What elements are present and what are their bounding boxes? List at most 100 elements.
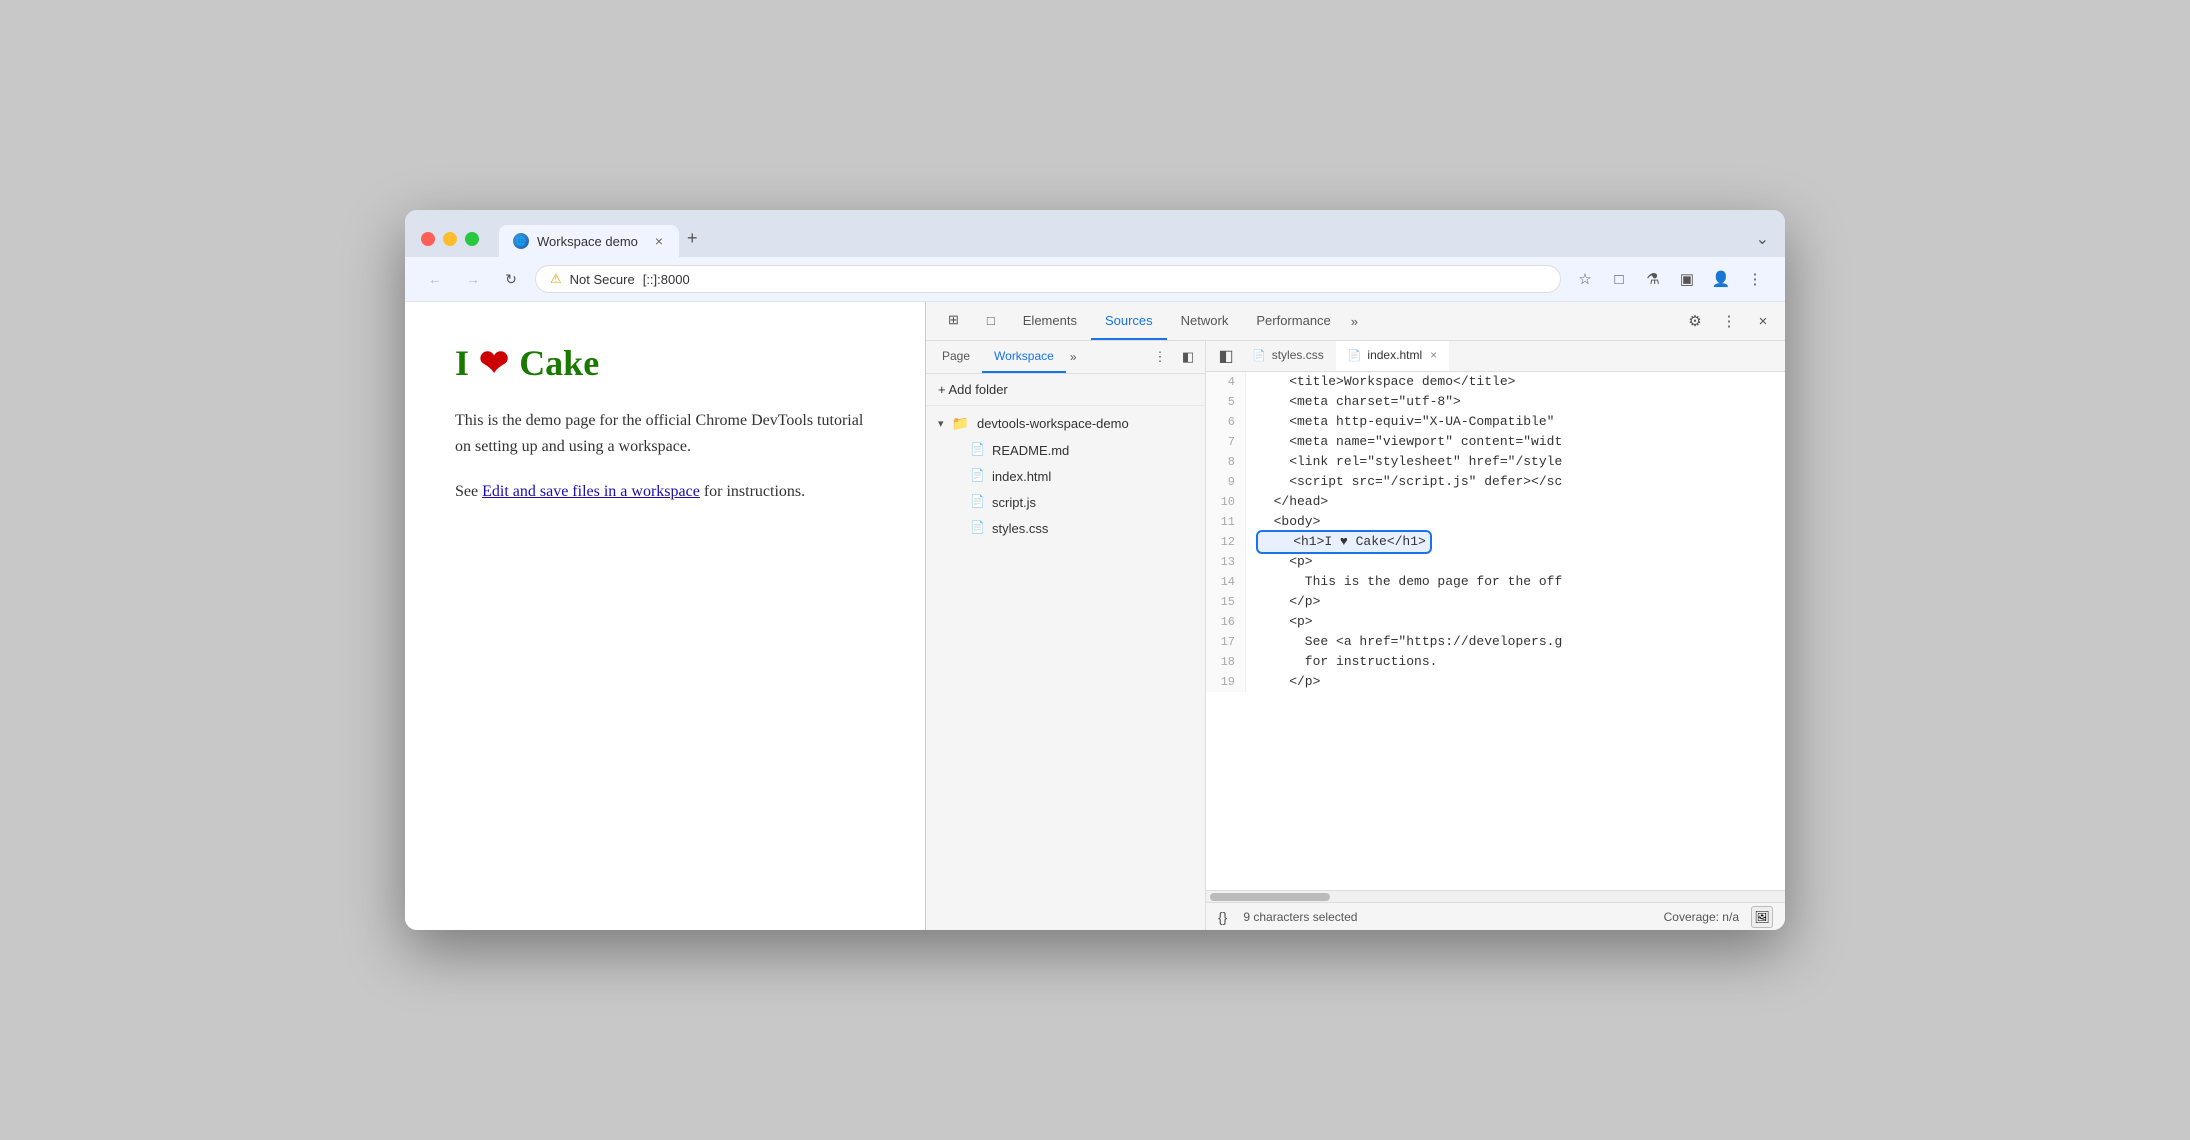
line-content: <body> (1246, 512, 1320, 532)
extensions-icon: □ (1614, 271, 1623, 288)
code-line: 9 <script src="/script.js" defer></sc (1206, 472, 1785, 492)
address-url: [::]:8000 (643, 272, 690, 287)
minimize-traffic-light[interactable] (443, 232, 457, 246)
code-area: ◧ 📄 styles.css 📄 index.html × (1206, 341, 1785, 930)
sidebar-button[interactable]: ▣ (1673, 265, 1701, 293)
profile-icon: 👤 (1712, 270, 1731, 288)
bookmark-button[interactable]: ☆ (1571, 265, 1599, 293)
tab-network[interactable]: Network (1167, 303, 1243, 340)
tab-favicon: 🌐 (513, 233, 529, 249)
line-number: 13 (1206, 552, 1246, 572)
main-content: I ❤ Cake This is the demo page for the o… (405, 302, 1785, 930)
close-traffic-light[interactable] (421, 232, 435, 246)
file-name-script: script.js (992, 495, 1036, 510)
browser-tab[interactable]: 🌐 Workspace demo × (499, 225, 679, 257)
code-line: 17 See <a href="https://developers.g (1206, 632, 1785, 652)
screenshot-icon: 🖼 (1754, 910, 1769, 924)
browser-window: 🌐 Workspace demo × + ⌄ ← → ↻ ⚠ Not Secur… (405, 210, 1785, 930)
file-name-readme: README.md (992, 443, 1069, 458)
line-content: <meta charset="utf-8"> (1246, 392, 1461, 412)
file-styles-css[interactable]: 📄 styles.css (926, 515, 1205, 541)
settings-icon: ⚙ (1688, 312, 1701, 330)
menu-button[interactable]: ⋮ (1741, 265, 1769, 293)
file-readme[interactable]: 📄 README.md (926, 437, 1205, 463)
experiments-button[interactable]: ⚗ (1639, 265, 1667, 293)
file-icon-css: 📄 (970, 520, 984, 536)
code-sidebar-toggle-button[interactable]: ◧ (1212, 342, 1240, 370)
close-icon: × (1759, 313, 1768, 330)
line-number: 8 (1206, 452, 1246, 472)
tab-close-button[interactable]: × (653, 233, 665, 249)
line-number: 19 (1206, 672, 1246, 692)
reload-button[interactable]: ↻ (497, 265, 525, 293)
sidebar-more-icon[interactable]: » (1066, 344, 1081, 370)
line-number: 14 (1206, 572, 1246, 592)
code-line: 15 </p> (1206, 592, 1785, 612)
file-index-html[interactable]: 📄 index.html (926, 463, 1205, 489)
file-tree: ▾ 📁 devtools-workspace-demo 📄 README.md … (926, 406, 1205, 930)
line-content: <link rel="stylesheet" href="/style (1246, 452, 1562, 472)
sidebar-tab-actions: ⋮ ◧ (1147, 344, 1201, 370)
maximize-traffic-light[interactable] (465, 232, 479, 246)
format-code-icon[interactable]: {} (1218, 909, 1227, 925)
tab-sources[interactable]: Sources (1091, 303, 1167, 340)
para2-prefix: See (455, 483, 482, 500)
profile-button[interactable]: 👤 (1707, 265, 1735, 293)
code-editor[interactable]: 4 <title>Workspace demo</title>5 <meta c… (1206, 372, 1785, 890)
screenshot-button[interactable]: 🖼 (1751, 906, 1773, 928)
more-options-icon: ⋮ (1722, 312, 1737, 330)
code-tab-css[interactable]: 📄 styles.css (1240, 341, 1336, 371)
sidebar-toggle-button[interactable]: ◧ (1175, 344, 1201, 370)
css-file-tab-icon: 📄 (1252, 349, 1266, 362)
code-line: 19 </p> (1206, 672, 1785, 692)
line-number: 4 (1206, 372, 1246, 392)
devtools-more-tabs-icon[interactable]: » (1345, 306, 1364, 337)
sidebar-menu-button[interactable]: ⋮ (1147, 344, 1173, 370)
workspace-folder[interactable]: ▾ 📁 devtools-workspace-demo (926, 410, 1205, 437)
devtools-inspect-mode[interactable]: ⊞ (934, 302, 973, 340)
line-content: See <a href="https://developers.g (1246, 632, 1562, 652)
sources-sidebar-tabs: Page Workspace » ⋮ ◧ (926, 341, 1205, 374)
line-number: 11 (1206, 512, 1246, 532)
devtools-close-button[interactable]: × (1749, 307, 1777, 335)
status-bar: {} 9 characters selected Coverage: n/a 🖼 (1206, 902, 1785, 930)
devtools-device-mode[interactable]: □ (973, 303, 1009, 340)
line-number: 18 (1206, 652, 1246, 672)
heading-cake: Cake (519, 342, 599, 384)
para2-suffix: for instructions. (700, 483, 805, 500)
workspace-link[interactable]: Edit and save files in a workspace (482, 483, 700, 500)
line-number: 6 (1206, 412, 1246, 432)
sidebar-tab-page[interactable]: Page (930, 341, 982, 373)
link-paragraph: See Edit and save files in a workspace f… (455, 479, 875, 505)
sidebar-tab-workspace[interactable]: Workspace (982, 341, 1066, 373)
new-tab-button[interactable]: + (679, 220, 706, 257)
file-icon-html: 📄 (970, 468, 984, 484)
experiments-icon: ⚗ (1646, 270, 1659, 288)
tab-performance[interactable]: Performance (1242, 303, 1344, 340)
chevron-down-icon[interactable]: ⌄ (1756, 229, 1769, 257)
address-bar[interactable]: ⚠ Not Secure [::]:8000 (535, 265, 1561, 293)
add-folder-button[interactable]: + Add folder (926, 374, 1205, 406)
forward-icon: → (466, 271, 480, 287)
devtools-settings-button[interactable]: ⚙ (1681, 307, 1709, 335)
html-tab-close-button[interactable]: × (1430, 348, 1437, 362)
scroll-thumb[interactable] (1210, 893, 1330, 901)
code-line: 12 <h1>I ♥ Cake</h1> (1206, 532, 1785, 552)
intro-paragraph: This is the demo page for the official C… (455, 408, 875, 459)
extensions-button[interactable]: □ (1605, 265, 1633, 293)
line-number: 9 (1206, 472, 1246, 492)
horizontal-scrollbar[interactable] (1206, 890, 1785, 902)
selected-text-status: 9 characters selected (1243, 910, 1357, 924)
line-content: </head> (1246, 492, 1328, 512)
devtools-more-options-button[interactable]: ⋮ (1715, 307, 1743, 335)
file-name-index: index.html (992, 469, 1051, 484)
back-button[interactable]: ← (421, 265, 449, 293)
devtools-tabs-bar: ⊞ □ Elements Sources Network Performance… (926, 302, 1785, 341)
code-line: 6 <meta http-equiv="X-UA-Compatible" (1206, 412, 1785, 432)
forward-button[interactable]: → (459, 265, 487, 293)
html-file-tab-icon: 📄 (1348, 349, 1362, 362)
code-line: 13 <p> (1206, 552, 1785, 572)
file-script-js[interactable]: 📄 script.js (926, 489, 1205, 515)
code-tab-html[interactable]: 📄 index.html × (1336, 341, 1449, 371)
tab-elements[interactable]: Elements (1009, 303, 1091, 340)
